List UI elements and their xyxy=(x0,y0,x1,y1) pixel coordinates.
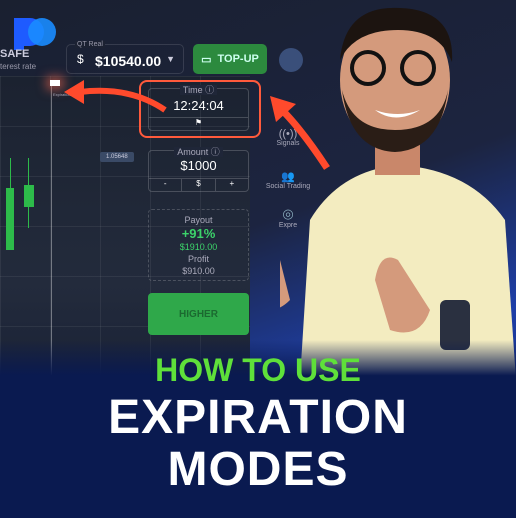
account-selector[interactable]: QT Real $ $10540.00 ▼ xyxy=(66,41,184,74)
payout-panel: Payout +91% $1910.00 Profit $910.00 xyxy=(148,209,249,281)
minus-button[interactable]: - xyxy=(149,179,183,191)
price-tag: 1.05648 xyxy=(100,152,134,162)
balance: $10540.00 xyxy=(95,53,162,69)
chevron-down-icon: ▼ xyxy=(166,54,175,64)
amount-value: $1000 xyxy=(180,158,217,173)
profit-label: Profit xyxy=(187,254,209,264)
payout-label: Payout xyxy=(184,215,213,225)
arrow-to-expiration-icon xyxy=(64,80,167,113)
safe-subtext: terest rate xyxy=(0,62,37,71)
payout-percent: +91% xyxy=(181,226,216,241)
candle xyxy=(24,185,34,207)
headline-line3: MODES xyxy=(167,443,349,496)
wallet-icon: ▭ xyxy=(201,53,212,66)
flag-icon xyxy=(50,80,60,86)
higher-button[interactable]: HIGHER xyxy=(148,293,249,335)
time-label: Time ⓘ xyxy=(179,85,218,95)
profit-value: $910.00 xyxy=(182,266,215,276)
candle xyxy=(28,158,29,228)
dollar-icon: $ xyxy=(77,52,84,66)
currency-button[interactable]: $ xyxy=(182,179,216,191)
higher-label: HIGHER xyxy=(179,308,218,320)
payout-value: $1910.00 xyxy=(179,242,218,252)
amount-field[interactable]: Amount ⓘ $1000 - $ + xyxy=(148,147,249,192)
presenter-photo xyxy=(280,7,516,380)
account-label: QT Real xyxy=(75,41,105,48)
topup-label: TOP-UP xyxy=(217,53,259,65)
headline-line2: EXPIRATION xyxy=(108,391,408,444)
safe-label: SAFE xyxy=(0,48,30,60)
expiration-line xyxy=(51,80,52,380)
pocket-option-logo xyxy=(14,18,56,50)
plus-button[interactable]: + xyxy=(216,179,248,191)
topup-button[interactable]: ▭ TOP-UP xyxy=(193,44,267,74)
checkered-flag-icon[interactable]: ⚑ xyxy=(149,117,248,127)
candle xyxy=(10,158,11,198)
headline-line1: HOW TO USE xyxy=(155,352,361,388)
amount-label: Amount ⓘ xyxy=(174,147,223,157)
